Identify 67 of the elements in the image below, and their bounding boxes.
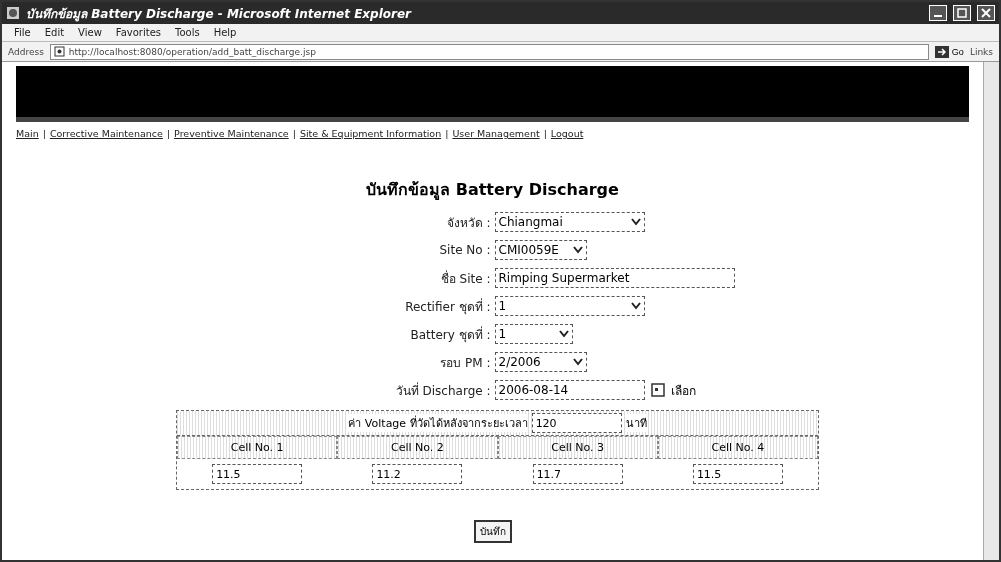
nav-separator: | bbox=[166, 128, 171, 139]
menu-item[interactable]: Favorites bbox=[115, 27, 161, 38]
maximize-icon bbox=[957, 8, 967, 18]
voltage-field[interactable]: 11.5 bbox=[212, 464, 303, 484]
date-field[interactable]: 2006-08-14 bbox=[494, 380, 645, 400]
field-label: ชื่อ Site : bbox=[439, 269, 491, 288]
go-arrow-icon bbox=[934, 45, 949, 58]
nav-link[interactable]: Logout bbox=[550, 128, 584, 139]
field-label: Rectifier ชุดที่ : bbox=[404, 297, 491, 316]
dropdown[interactable]: 2/2006 bbox=[494, 352, 587, 372]
browser-icon bbox=[6, 6, 20, 20]
nav-separator: | bbox=[42, 128, 46, 139]
close-icon bbox=[981, 8, 991, 18]
menu-item[interactable]: File bbox=[14, 27, 31, 38]
go-button[interactable]: Go bbox=[934, 45, 964, 58]
column-header: Cell No. 3 bbox=[497, 436, 658, 459]
unit-label: นาที bbox=[625, 414, 647, 432]
nav-separator: | bbox=[445, 128, 449, 139]
voltage-field[interactable]: 11.7 bbox=[532, 464, 623, 484]
minimize-icon bbox=[934, 15, 942, 17]
page-icon bbox=[53, 46, 65, 57]
dropdown[interactable]: 1 bbox=[494, 324, 573, 344]
nav-link[interactable]: Corrective Maintenance bbox=[49, 128, 163, 139]
dropdown[interactable]: Chiangmai bbox=[494, 212, 645, 232]
scrollbar[interactable] bbox=[983, 62, 999, 560]
field-label: จังหวัด : bbox=[445, 214, 491, 232]
nav-separator: | bbox=[292, 128, 296, 139]
column-header: Cell No. 1 bbox=[177, 436, 338, 459]
address-label: Address bbox=[8, 46, 44, 57]
dropdown[interactable]: 1 bbox=[494, 296, 645, 316]
dropdown-caret-icon bbox=[572, 358, 583, 366]
pick-link[interactable]: เลือก bbox=[670, 380, 696, 400]
field-label: วันที่ Discharge : bbox=[394, 381, 491, 400]
nav-separator: | bbox=[543, 128, 547, 139]
maximize-button[interactable] bbox=[953, 5, 971, 21]
column-header: Cell No. 4 bbox=[657, 436, 818, 459]
voltage-field[interactable]: 11.5 bbox=[692, 464, 783, 484]
calendar-icon[interactable] bbox=[650, 383, 665, 397]
close-button[interactable] bbox=[977, 5, 995, 21]
minimize-button[interactable] bbox=[929, 5, 947, 21]
dropdown[interactable]: CMI0059E bbox=[494, 240, 587, 260]
menu-item[interactable]: Edit bbox=[44, 27, 65, 38]
menu-item[interactable]: Help bbox=[213, 27, 237, 38]
dropdown-caret-icon bbox=[558, 330, 569, 338]
input-field[interactable]: Rimping Supermarket bbox=[494, 268, 735, 288]
nav-link[interactable]: User Management bbox=[452, 128, 540, 139]
dropdown-caret-icon bbox=[630, 218, 641, 226]
voltage-field[interactable]: 11.2 bbox=[372, 464, 463, 484]
address-field[interactable]: http://localhost:8080/operation/add_batt_discharge.jsp bbox=[49, 43, 929, 60]
field-label: Battery ชุดที่ : bbox=[409, 325, 491, 344]
form-title: บันทึกข้อมูล Battery Discharge bbox=[365, 179, 620, 202]
dropdown-caret-icon bbox=[630, 302, 641, 310]
voltage-label: ค่า Voltage ที่วัดได้หลังจากระยะเวลา bbox=[348, 414, 528, 432]
save-button[interactable]: บันทึก bbox=[473, 520, 512, 543]
field-label: รอบ PM : bbox=[439, 354, 491, 372]
nav-link[interactable]: Main bbox=[16, 128, 39, 139]
url-text: http://localhost:8080/operation/add_batt_discharge.jsp bbox=[68, 46, 316, 57]
nav-link[interactable]: Site & Equipment Information bbox=[299, 128, 442, 139]
menu-item[interactable]: Tools bbox=[175, 27, 200, 38]
minutes-field[interactable]: 120 bbox=[531, 413, 622, 433]
field-label: Site No : bbox=[438, 243, 491, 257]
dropdown-caret-icon bbox=[572, 246, 583, 254]
links-label[interactable]: Links bbox=[969, 46, 993, 57]
menu-item[interactable]: View bbox=[78, 27, 102, 38]
window-title: บันทึกข้อมูล Battery Discharge - Microsoft Internet Explorer bbox=[26, 5, 413, 23]
nav-link[interactable]: Preventive Maintenance bbox=[174, 128, 289, 139]
column-header: Cell No. 2 bbox=[337, 436, 498, 459]
